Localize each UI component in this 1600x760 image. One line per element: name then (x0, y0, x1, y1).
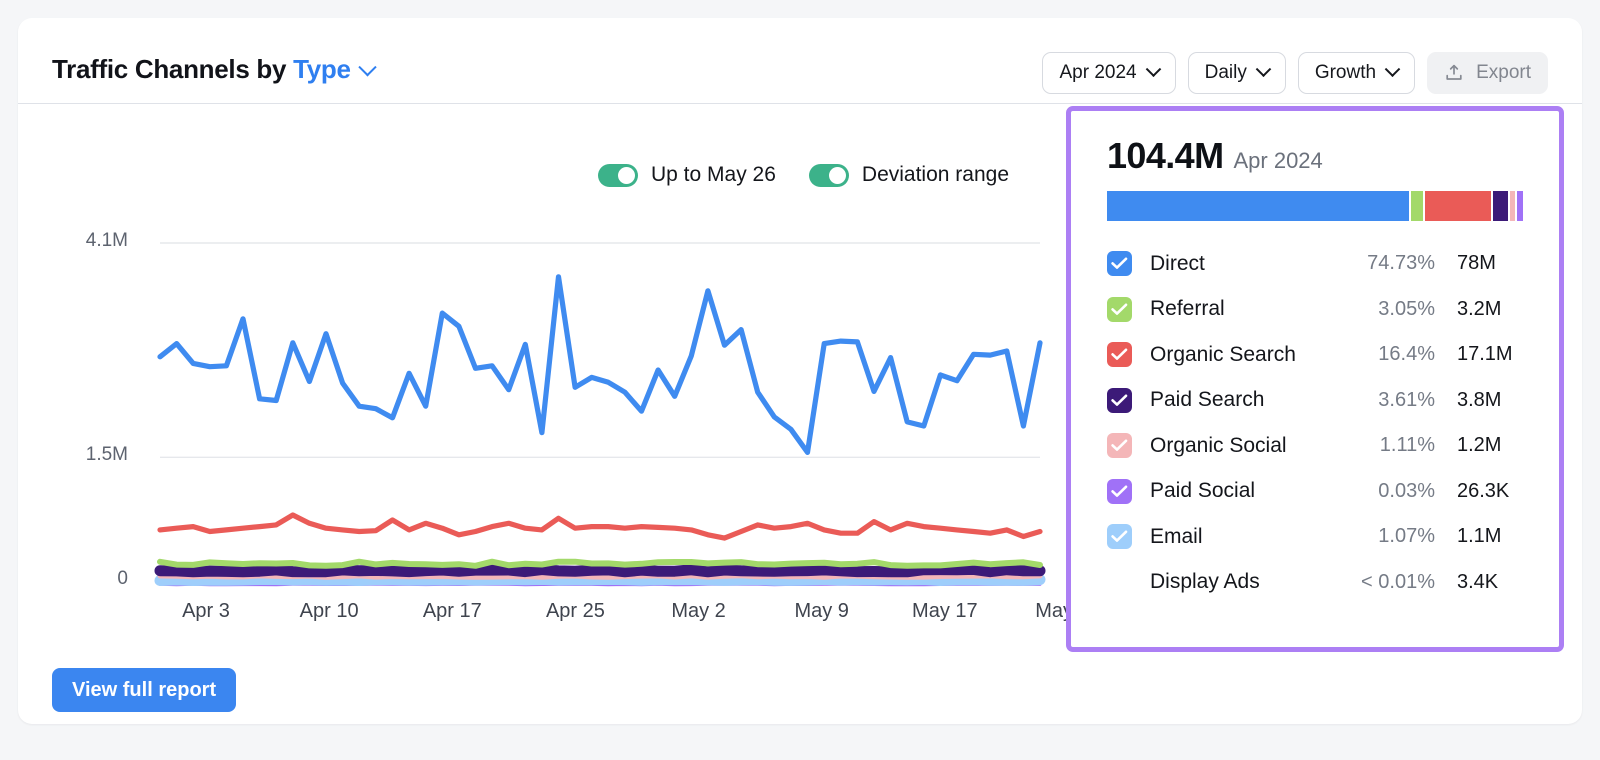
check-icon (1111, 439, 1128, 452)
legend-row-label: Email (1150, 524, 1203, 548)
y-axis-tick-label: 1.5M (85, 444, 128, 466)
channel-checkbox[interactable] (1107, 524, 1132, 550)
legend-row[interactable]: Organic Social 1.11% 1.2M (1107, 423, 1527, 469)
channel-checkbox[interactable] (1107, 570, 1132, 595)
legend-row-percent: 74.73% (1367, 252, 1435, 275)
x-axis-tick-label: Apr 17 (422, 600, 482, 622)
legend-row[interactable]: Paid Search 3.61% 3.8M (1107, 378, 1527, 424)
legend-row[interactable]: Email 1.07% 1.1M (1107, 514, 1527, 560)
stacked-bar-segment (1517, 191, 1524, 221)
chevron-down-icon (1145, 60, 1161, 77)
legend-row[interactable]: Paid Social 0.03% 26.3K (1107, 469, 1527, 515)
legend-row-label: Paid Social (1150, 479, 1256, 503)
view-full-report-button[interactable]: View full report (52, 668, 237, 712)
x-axis-tick-label: May 17 (912, 600, 978, 622)
legend-row-percent: 1.07% (1378, 525, 1435, 548)
x-axis-tick-label: Apr 3 (182, 600, 230, 622)
granularity-dropdown[interactable]: Daily (1187, 52, 1286, 94)
check-icon (1111, 348, 1128, 361)
legend-row-label: Organic Search (1150, 342, 1296, 366)
channel-legend-list: Direct 74.73% 78M Referral 3.05% 3.2M Organic … (1107, 241, 1527, 605)
stacked-bar-segment (1424, 191, 1491, 221)
chart-svg (154, 242, 1046, 587)
legend-row[interactable]: Direct 74.73% 78M (1107, 241, 1527, 287)
chart-area: Up to May 26 Deviation range 0 1.5M 4.1M Ap… (18, 104, 1101, 724)
header-controls: Apr 2024 Daily Growth Export (1042, 52, 1548, 94)
x-axis-tick-label: Apr 10 (299, 600, 359, 622)
legend-row-percent: 1.11% (1379, 434, 1435, 457)
line-chart-plot: 0 1.5M 4.1M Apr 3 Apr 10 Apr 17 Apr 25 May 2 May… (18, 104, 1101, 724)
chevron-down-icon[interactable] (357, 57, 377, 77)
stacked-share-bar (1107, 191, 1525, 221)
series-line (157, 512, 1043, 541)
x-axis-tick-label: May 9 (794, 600, 849, 622)
legend-row-value: 1.2M (1457, 434, 1502, 457)
legend-row-label: Organic Social (1150, 433, 1287, 457)
export-label: Export (1476, 62, 1531, 83)
check-icon (1111, 485, 1128, 497)
legend-row-label: Display Ads (1150, 570, 1260, 594)
total-period: Apr 2024 (1233, 148, 1323, 173)
series-line (157, 274, 1043, 455)
legend-row-value: 3.8M (1457, 388, 1502, 411)
legend-row-value: 17.1M (1457, 343, 1513, 366)
channel-checkbox[interactable] (1107, 433, 1132, 459)
stacked-bar-segment (1493, 191, 1508, 221)
legend-row-percent: 0.03% (1378, 479, 1435, 502)
date-range-label: Apr 2024 (1059, 62, 1137, 83)
total-value: 104.4M (1107, 135, 1224, 176)
channel-checkbox[interactable] (1107, 478, 1132, 504)
y-axis-tick-label: 4.1M (85, 230, 128, 251)
y-axis-tick-label: 0 (117, 568, 128, 589)
legend-row-value: 3.2M (1457, 297, 1502, 320)
legend-row-value: 3.4K (1457, 570, 1499, 593)
chevron-down-icon (1384, 60, 1401, 77)
series-line (154, 563, 1046, 578)
stacked-bar-segment (1410, 191, 1423, 221)
card-header: Traffic Channels by Type Apr 2024 Daily … (18, 18, 1582, 104)
series-line (157, 558, 1043, 569)
page-title-type-link[interactable]: Type (293, 54, 351, 84)
traffic-channels-card: Traffic Channels by Type Apr 2024 Daily … (18, 18, 1582, 724)
legend-row-percent: < 0.01% (1361, 570, 1435, 593)
chevron-down-icon (1255, 60, 1272, 77)
metric-dropdown[interactable]: Growth (1297, 52, 1416, 94)
legend-row[interactable]: Display Ads < 0.01% 3.4K (1107, 560, 1527, 606)
legend-row-label: Referral (1150, 297, 1225, 321)
legend-row-percent: 16.4% (1378, 343, 1435, 366)
legend-row-value: 26.3K (1457, 479, 1510, 502)
legend-row-percent: 3.61% (1378, 388, 1435, 411)
check-icon (1111, 394, 1128, 406)
check-icon (1111, 530, 1128, 543)
channel-checkbox[interactable] (1107, 387, 1132, 413)
total-traffic: 104.4M Apr 2024 (1107, 135, 1323, 177)
legend-row-value: 1.1M (1457, 525, 1502, 548)
stacked-bar-segment (1107, 191, 1409, 221)
check-icon (1111, 576, 1128, 588)
check-icon (1111, 257, 1128, 270)
page-title-text: Traffic Channels by (52, 54, 287, 84)
x-axis-tick-label: May 2 (671, 600, 726, 622)
channel-checkbox[interactable] (1107, 251, 1132, 277)
legend-row-value: 78M (1457, 252, 1496, 275)
metric-label: Growth (1314, 62, 1377, 83)
legend-row[interactable]: Organic Search 16.4% 17.1M (1107, 332, 1527, 378)
legend-row-percent: 3.05% (1378, 297, 1435, 320)
page-title: Traffic Channels by Type (52, 54, 377, 85)
x-axis-tick-label: Apr 25 (545, 600, 605, 622)
legend-panel: 104.4M Apr 2024 Direct 74.73% 78M Referral 3… (1066, 106, 1564, 652)
legend-row-label: Paid Search (1150, 388, 1265, 412)
channel-checkbox[interactable] (1107, 296, 1132, 322)
date-range-dropdown[interactable]: Apr 2024 (1042, 52, 1176, 94)
legend-row[interactable]: Referral 3.05% 3.2M (1107, 287, 1527, 333)
channel-checkbox[interactable] (1107, 342, 1132, 368)
legend-row-label: Direct (1150, 251, 1205, 275)
export-button[interactable]: Export (1427, 52, 1548, 94)
upload-icon (1446, 64, 1462, 80)
stacked-bar-segment (1509, 191, 1516, 221)
granularity-label: Daily (1204, 62, 1247, 83)
check-icon (1111, 303, 1128, 315)
